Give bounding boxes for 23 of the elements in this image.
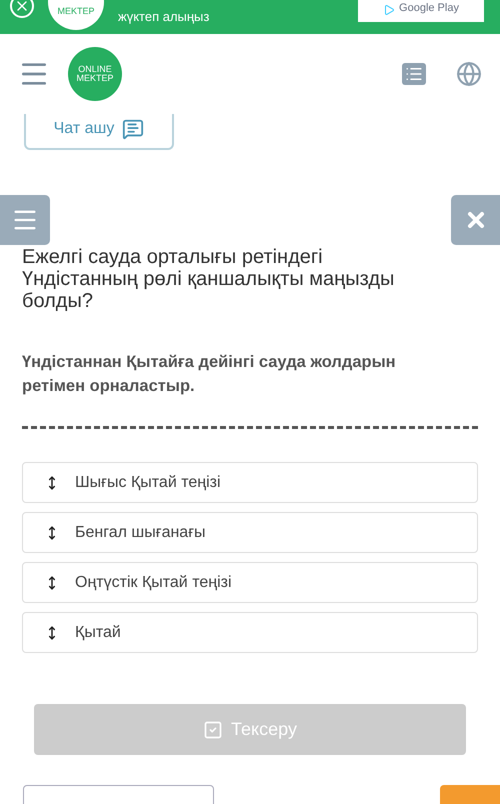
close-button[interactable] [451,195,500,245]
play-icon [383,4,396,16]
banner-text: жүктеп алыңыз [118,8,210,26]
list-icon[interactable] [402,63,426,85]
item-label: Қытай [75,622,121,642]
item-label: Шығыс Қытай теңізі [75,472,221,492]
store-button[interactable]: Google Play [358,0,484,22]
question-title: Ежелгі сауда орталығы ретіндегі Үндістанның рөлі қаншалықты маңызды болды? [21,246,396,312]
sortable-item[interactable]: Бенгал шығанағы [22,512,478,553]
logo-text: ONLINE [78,65,112,74]
chat-icon [122,118,144,140]
check-icon [203,720,224,740]
sortable-item[interactable]: Қытай [22,612,478,653]
globe-icon[interactable] [456,61,482,87]
sortable-item[interactable]: Шығыс Қытай теңізі [22,462,478,503]
instruction-text: Үндістаннан Қытайға дейінгі сауда жолдарын ретімен орналастыр. [21,352,397,397]
logo-text: MEKTEP [76,74,114,83]
logo-text: MEKTEP [57,7,94,16]
item-label: Бенгал шығанағы [75,522,206,542]
menu-button[interactable] [0,195,50,245]
sortable-item[interactable]: Оңтүстік Қытай теңізі [22,562,478,603]
close-icon[interactable] [10,0,34,18]
item-label: Оңтүстік Қытай теңізі [75,572,232,592]
